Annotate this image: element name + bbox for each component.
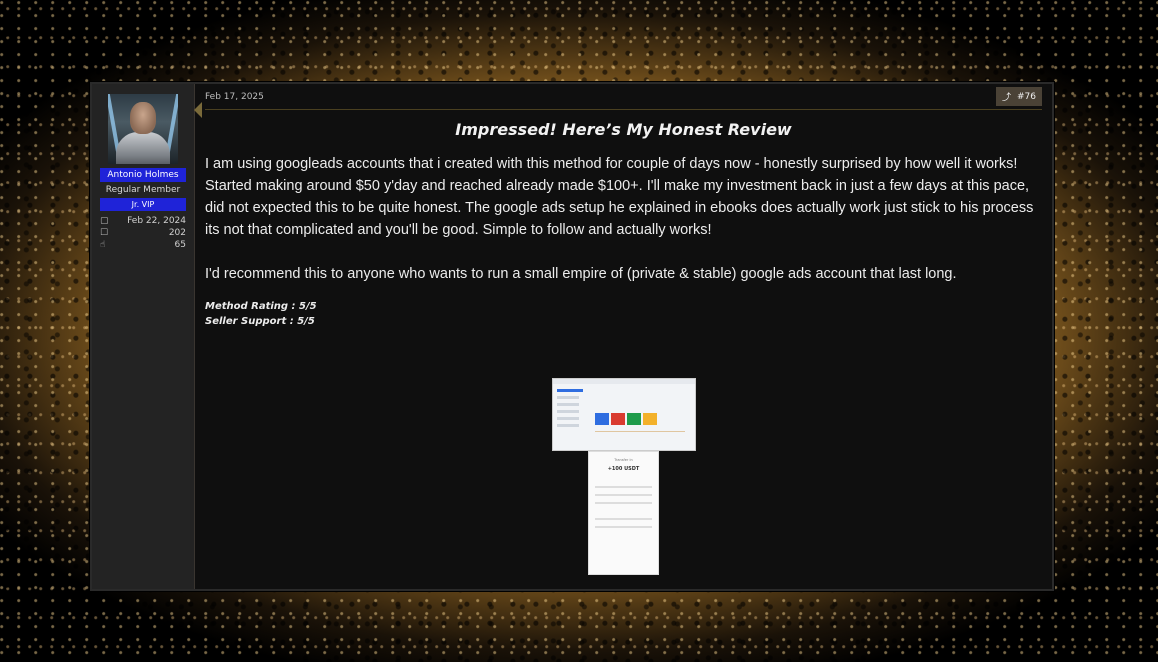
screenshot-dashboard[interactable] [552,378,696,451]
stat-messages-value: 202 [168,228,186,238]
seller-support-rating: Seller Support : 5/5 [205,316,315,327]
messages-icon: ☐ [100,228,109,238]
post-content: Feb 17, 2025 ⤴ #76 Impressed! Here’s My … [195,84,1052,589]
avatar-body [116,132,170,164]
forum-post: Antonio Holmes Regular Member Jr. VIP ▢ F… [90,82,1054,591]
post-paragraph: I'd recommend this to anyone who wants t… [205,266,957,282]
calendar-icon: ▢ [100,216,109,226]
stat-reactions: ☝ 65 [92,239,194,251]
screenshot-chart [595,431,685,445]
post-share-link[interactable]: ⤴ #76 [995,87,1042,106]
post-number: #76 [1017,91,1036,102]
post-paragraph: I am using googleads accounts that i cre… [205,156,1034,238]
stat-joined: ▢ Feb 22, 2024 [92,215,194,227]
username[interactable]: Antonio Holmes [100,168,186,182]
share-icon: ⤴ [1001,93,1011,103]
screenshot-transfer[interactable]: Transfer in +100 USDT [588,451,659,575]
method-rating: Method Rating : 5/5 [205,301,317,312]
avatar[interactable] [108,94,178,164]
post-date[interactable]: Feb 17, 2025 [205,92,264,102]
screenshot-topbar [553,379,695,384]
post-title: Impressed! Here’s My Honest Review [455,120,792,139]
avatar-head [130,102,156,134]
stat-messages: ☐ 202 [92,227,194,239]
stat-joined-value: Feb 22, 2024 [127,216,186,226]
transfer-amount: +100 USDT [607,466,640,472]
user-role: Regular Member [105,185,181,195]
user-panel: Antonio Holmes Regular Member Jr. VIP ▢ F… [92,84,202,589]
attached-screenshots: Transfer in +100 USDT [552,378,696,575]
ratings: Method Rating : 5/5 Seller Support : 5/5 [205,299,1042,329]
post-body: I am using googleads accounts that i cre… [205,153,1042,285]
screenshot-tiles [595,413,657,425]
thumbs-up-icon: ☝ [100,240,106,250]
screenshot-sidebar [557,389,585,444]
transfer-heading: Transfer in [614,458,633,462]
post-header: Feb 17, 2025 ⤴ #76 [205,84,1042,110]
user-banner: Jr. VIP [100,198,186,211]
stat-reactions-value: 65 [174,240,186,250]
